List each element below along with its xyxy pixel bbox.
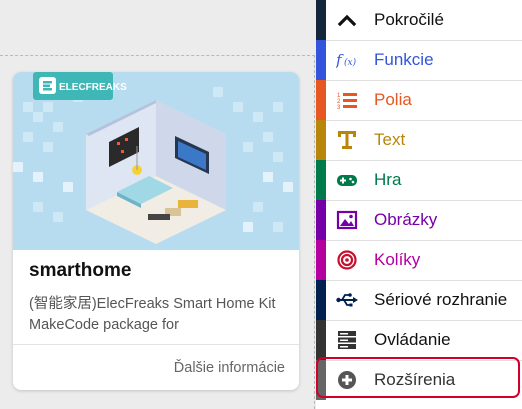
gallery-border-top [0, 55, 315, 56]
card-title: smarthome [29, 260, 132, 281]
toolbox-item-advanced[interactable]: Pokročilé [316, 0, 522, 41]
category-color-bar [316, 80, 326, 120]
toolbox-label: Pokročilé [374, 10, 444, 29]
gamepad-icon [337, 175, 357, 186]
card-description: (智能家居)ElecFreaks Smart Home Kit MakeCode… [29, 296, 276, 333]
toolbox: Pokročilé f (x) Funkcie 1 2 3 Polia Text… [316, 0, 522, 409]
category-color-bar [316, 0, 326, 40]
category-color-bar [316, 320, 326, 360]
toolbox-label: Kolíky [374, 250, 421, 269]
extensions-highlight-outline [316, 357, 520, 398]
card-footer: Ďalšie informácie [13, 344, 299, 390]
toolbox-label: Funkcie [374, 50, 434, 69]
svg-text:ELECFREAKS: ELECFREAKS [59, 82, 127, 93]
category-color-bar [316, 120, 326, 160]
toolbox-label: Sériové rozhranie [374, 290, 508, 309]
image-icon [336, 210, 358, 230]
card-image: ELECFREAKS [13, 72, 299, 250]
toolbox-label: Hra [374, 170, 402, 189]
category-color-bar [316, 200, 326, 240]
category-color-bar [316, 40, 326, 80]
toolbox-item-control[interactable]: Ovládanie [316, 320, 522, 361]
category-color-bar [316, 280, 326, 320]
toolbox-label: Obrázky [374, 210, 438, 229]
usb-icon [336, 293, 358, 307]
more-info-link[interactable]: Ďalšie informácie [174, 360, 285, 376]
toolbox-item-game[interactable]: Hra [316, 160, 522, 201]
function-icon: f (x) [336, 51, 357, 69]
toolbox-item-functions[interactable]: f (x) Funkcie [316, 40, 522, 81]
elecfreaks-logo-icon [39, 77, 56, 94]
toolbox-item-arrays[interactable]: 1 2 3 Polia [316, 80, 522, 121]
target-icon [337, 250, 357, 270]
smarthome-illustration: ELECFREAKS [13, 72, 293, 244]
toolbox-label: Polia [374, 90, 412, 109]
toolbox-item-serial[interactable]: Sériové rozhranie [316, 280, 522, 321]
gallery-border-right [314, 55, 315, 409]
category-color-bar [316, 240, 326, 280]
chevron-up-icon [337, 14, 357, 27]
toolbox-label: Ovládanie [374, 330, 451, 349]
toolbox-item-pins[interactable]: Kolíky [316, 240, 522, 281]
toolbox-label: Text [374, 130, 406, 149]
toolbox-item-text[interactable]: Text [316, 120, 522, 161]
category-color-bar [316, 160, 326, 200]
text-icon [338, 131, 356, 149]
svg-text:(x): (x) [344, 57, 357, 68]
list-icon: 1 2 3 [337, 93, 357, 111]
extension-card-smarthome[interactable]: ELECFREAKS smarthome (智能家居)ElecFreaks Sm… [13, 72, 299, 390]
svg-text:3: 3 [337, 105, 341, 111]
server-icon [338, 331, 356, 349]
toolbox-item-images[interactable]: Obrázky [316, 200, 522, 241]
svg-text:f: f [336, 51, 344, 69]
